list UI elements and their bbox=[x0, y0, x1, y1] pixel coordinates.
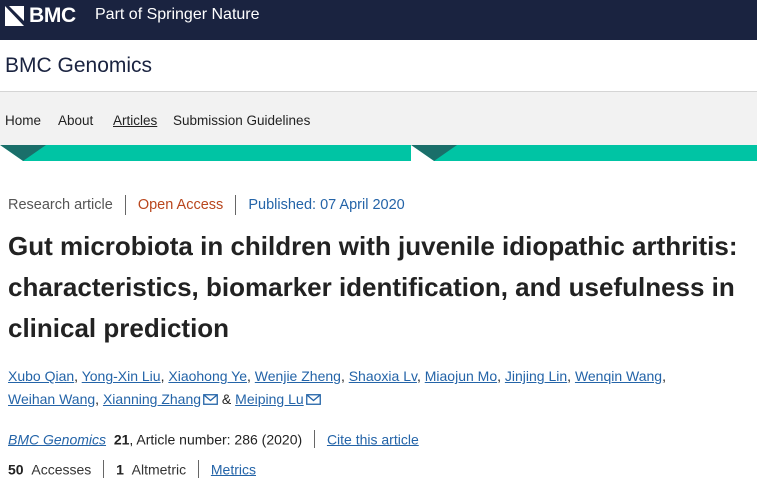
cite-this-article-link[interactable]: Cite this article bbox=[327, 431, 419, 447]
author-link[interactable]: Weihan Wang bbox=[8, 391, 95, 407]
author-join: & bbox=[221, 391, 232, 407]
metrics-link[interactable]: Metrics bbox=[211, 461, 256, 477]
article-title: Gut microbiota in children with juvenile… bbox=[8, 231, 738, 343]
divider bbox=[197, 460, 199, 479]
article-number: , Article number: 286 (2020) bbox=[129, 431, 303, 448]
mail-icon[interactable] bbox=[305, 394, 321, 405]
nav-about[interactable]: About bbox=[58, 113, 93, 128]
volume-number: 21 bbox=[113, 431, 130, 448]
citation-line: BMC Genomics 21, Article number: 286 (20… bbox=[8, 430, 419, 449]
mail-icon[interactable] bbox=[203, 394, 218, 405]
divider bbox=[314, 430, 316, 449]
author-link[interactable]: Wenqin Wang bbox=[575, 368, 662, 384]
metrics-row: 50 Accesses 1 Altmetric Metrics bbox=[8, 460, 256, 479]
altmetric-count: 1 bbox=[116, 461, 124, 478]
divider bbox=[124, 195, 126, 215]
author-link[interactable]: Yong-Xin Liu bbox=[82, 368, 161, 384]
divider bbox=[235, 195, 237, 215]
journal-title-link[interactable]: BMC Genomics bbox=[5, 54, 152, 78]
published-date: Published: 07 April 2020 bbox=[248, 197, 405, 213]
nav-articles[interactable]: Articles bbox=[113, 113, 157, 128]
altmetric-label: Altmetric bbox=[131, 461, 187, 478]
author-list: Xubo Qian, Yong-Xin Liu, Xiaohong Ye, We… bbox=[8, 368, 666, 407]
author-link[interactable]: Xianning Zhang bbox=[103, 391, 201, 407]
top-bar: BMC Part of Springer Nature bbox=[0, 0, 757, 40]
journal-link[interactable]: BMC Genomics bbox=[8, 431, 106, 447]
author-link[interactable]: Jinjing Lin bbox=[505, 368, 567, 384]
main-nav: Home About Articles Submission Guideline… bbox=[0, 92, 757, 145]
author-link[interactable]: Wenjie Zheng bbox=[255, 368, 341, 384]
banner-triangle-left bbox=[0, 145, 46, 161]
author-link[interactable]: Xiaohong Ye bbox=[168, 368, 247, 384]
author-link[interactable]: Miaojun Mo bbox=[425, 368, 497, 384]
accesses-count: 50 bbox=[8, 461, 24, 478]
article-meta: Research article Open Access Published: … bbox=[8, 195, 405, 215]
journal-header: BMC Genomics bbox=[0, 40, 757, 92]
author-link[interactable]: Shaoxia Lv bbox=[349, 368, 417, 384]
brand-name[interactable]: BMC bbox=[29, 4, 76, 28]
open-access-badge: Open Access bbox=[137, 197, 224, 213]
nav-home[interactable]: Home bbox=[5, 113, 41, 128]
banner-triangle-right bbox=[411, 145, 457, 161]
accesses-label: Accesses bbox=[31, 461, 92, 478]
author-link[interactable]: Meiping Lu bbox=[235, 391, 304, 407]
bmc-logo-icon bbox=[5, 6, 24, 26]
article-type: Research article bbox=[8, 197, 113, 213]
author-link[interactable]: Xubo Qian bbox=[8, 368, 74, 384]
decorative-banner bbox=[0, 145, 757, 161]
divider bbox=[103, 460, 105, 479]
nav-submission-guidelines[interactable]: Submission Guidelines bbox=[173, 113, 310, 128]
brand-tagline[interactable]: Part of Springer Nature bbox=[95, 6, 260, 24]
